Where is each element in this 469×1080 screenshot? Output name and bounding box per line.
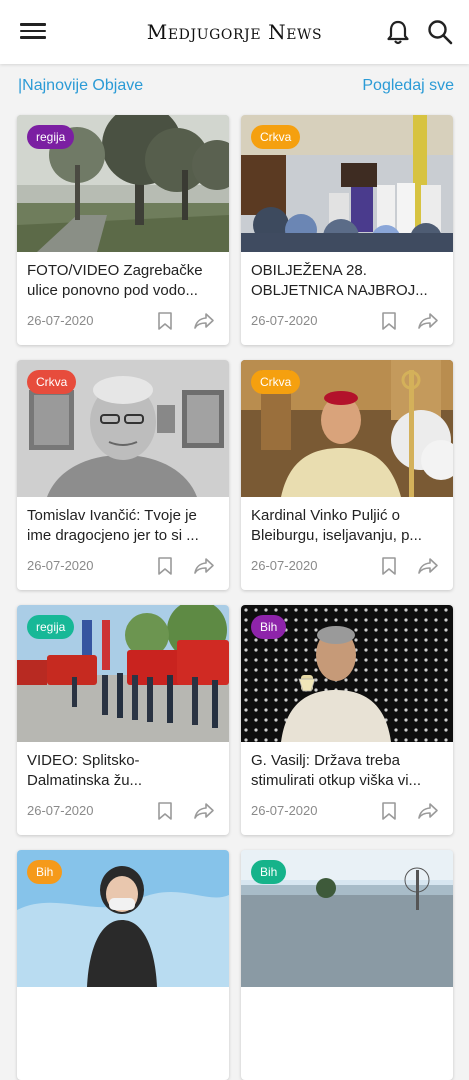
category-badge: Crkva [27,370,77,394]
category-badge: Bih [27,860,63,884]
share-icon[interactable] [193,311,215,331]
news-title: OBILJEŽENA 28. OBLJETNICA NAJBROJ... [251,262,428,299]
category-badge: Crkva [251,125,301,149]
category-badge: Crkva [251,370,301,394]
news-title: G. Vasilj: Država treba stimulirati otku… [251,752,422,789]
news-thumbnail: regija [17,115,229,252]
share-icon[interactable] [193,556,215,576]
news-thumbnail: Bih [241,850,453,987]
share-icon[interactable] [193,801,215,821]
news-thumbnail: Bih [17,850,229,987]
news-card[interactable]: regija FOTO/VIDEO Zagrebačke ulice ponov… [17,115,229,345]
news-title: VIDEO: Splitsko-Dalmatinska žu... [27,752,143,789]
section-header: |Najnovije Objave Pogledaj sve [0,64,469,108]
news-card[interactable]: Bih [17,850,229,1080]
news-thumbnail: Bih [241,605,453,742]
news-thumbnail: Crkva [17,360,229,497]
news-thumbnail: Crkva [241,115,453,252]
news-title [27,996,219,1036]
bookmark-icon[interactable] [156,801,174,821]
news-title: Tomislav Ivančić: Tvoje je ime dragocjen… [27,507,199,544]
news-date: 26-07-2020 [27,558,94,573]
news-card[interactable]: Crkva Kardinal Vinko Puljić o Bleiburgu,… [241,360,453,590]
news-title [251,996,443,1036]
news-card[interactable]: regija VIDEO: Splitsko-Dalmatinska žu...… [17,605,229,835]
news-title: FOTO/VIDEO Zagrebačke ulice ponovno pod … [27,262,203,299]
category-badge: regija [27,615,75,639]
news-date: 26-07-2020 [251,558,318,573]
news-card[interactable]: Bih [241,850,453,1080]
share-icon[interactable] [417,311,439,331]
news-date: 26-07-2020 [27,313,94,328]
bookmark-icon[interactable] [380,556,398,576]
news-card[interactable]: Crkva Tomislav Ivančić: Tvoje je ime dra… [17,360,229,590]
news-title: Kardinal Vinko Puljić o Bleiburgu, iselj… [251,507,422,544]
news-thumbnail: Crkva [241,360,453,497]
category-badge: Bih [251,615,287,639]
bookmark-icon[interactable] [380,801,398,821]
news-date: 26-07-2020 [251,313,318,328]
share-icon[interactable] [417,556,439,576]
news-card[interactable]: Crkva OBILJEŽENA 28. OBLJETNICA NAJBROJ.… [241,115,453,345]
bookmark-icon[interactable] [156,556,174,576]
news-thumbnail: regija [17,605,229,742]
bookmark-icon[interactable] [156,311,174,331]
see-all-link[interactable]: Pogledaj sve [362,77,454,95]
category-badge: regija [27,125,75,149]
category-badge: Bih [251,860,287,884]
search-icon[interactable] [426,18,454,46]
news-date: 26-07-2020 [251,803,318,818]
section-title: |Najnovije Objave [18,77,144,94]
app-bar: Medjugorje News [0,0,469,64]
share-icon[interactable] [417,801,439,821]
news-card[interactable]: Bih G. Vasilj: Država treba stimulirati … [241,605,453,835]
bell-icon[interactable] [384,18,412,46]
news-date: 26-07-2020 [27,803,94,818]
bookmark-icon[interactable] [380,311,398,331]
